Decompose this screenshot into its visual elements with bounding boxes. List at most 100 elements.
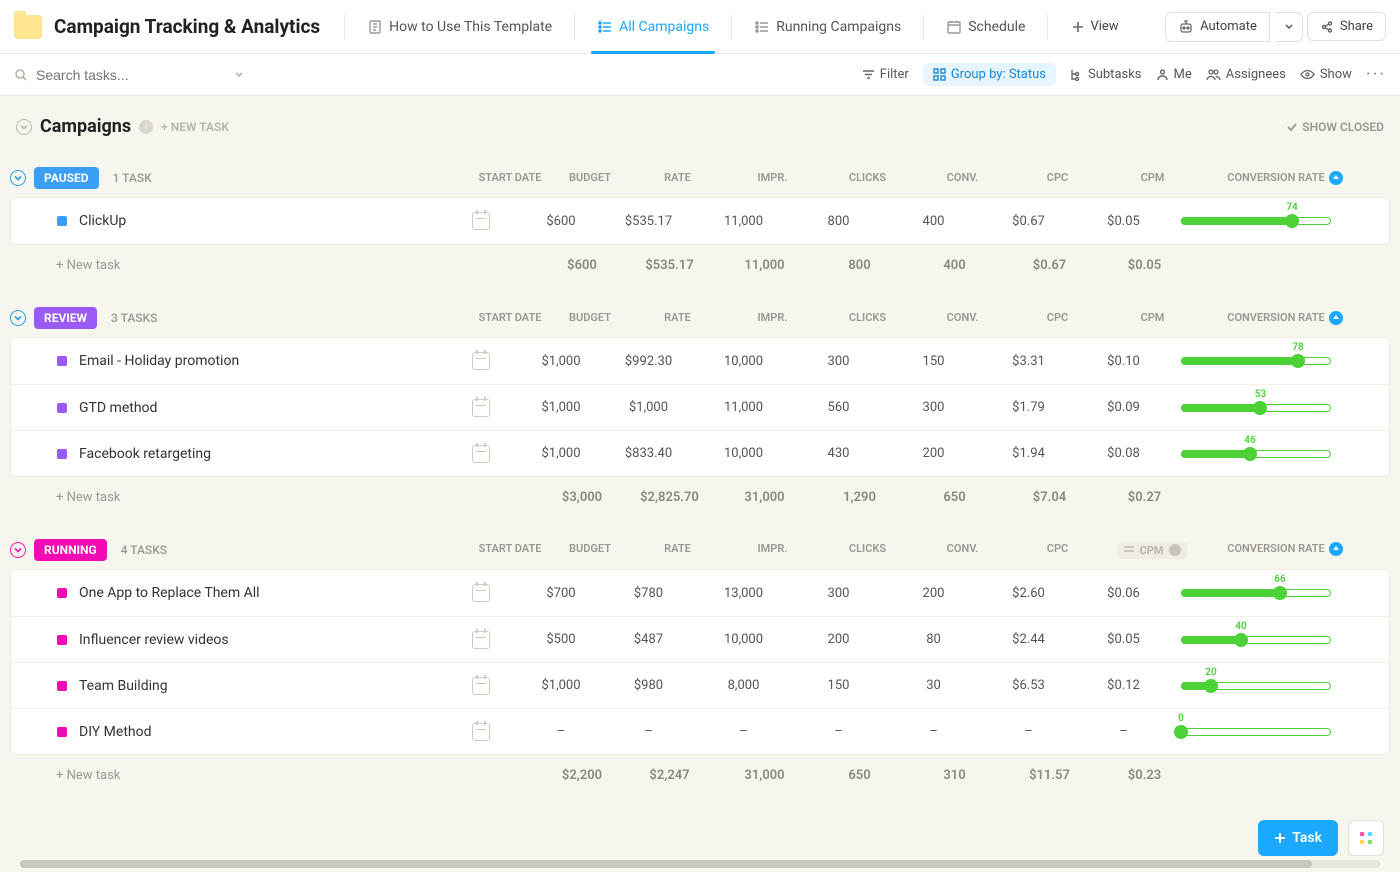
total-budget: $600 bbox=[542, 258, 622, 273]
start-date-cell[interactable] bbox=[441, 352, 521, 370]
automate-dropdown[interactable] bbox=[1276, 12, 1303, 42]
start-date-cell[interactable] bbox=[441, 631, 521, 649]
cpc-cell: $1.79 bbox=[981, 400, 1076, 415]
col-header-conv[interactable]: CONV. bbox=[915, 169, 1010, 187]
cpc-cell: – bbox=[981, 724, 1076, 739]
start-date-cell[interactable] bbox=[441, 445, 521, 463]
conversion-progress[interactable]: 78 bbox=[1181, 354, 1331, 368]
col-header-rate[interactable]: RATE bbox=[630, 309, 725, 327]
start-date-cell[interactable] bbox=[441, 723, 521, 741]
show-closed-toggle[interactable]: SHOW CLOSED bbox=[1286, 120, 1384, 134]
group-review: REVIEW 3 TASKS START DATEBUDGETRATEIMPR.… bbox=[10, 303, 1390, 517]
start-date-cell[interactable] bbox=[441, 677, 521, 695]
col-header-budget[interactable]: BUDGET bbox=[550, 309, 630, 327]
task-row[interactable]: Facebook retargeting $1,000 $833.40 10,0… bbox=[11, 430, 1389, 476]
conv-cell: 150 bbox=[886, 354, 981, 369]
separator bbox=[344, 14, 345, 40]
col-header-clicks[interactable]: CLICKS bbox=[820, 309, 915, 327]
assignees-button[interactable]: Assignees bbox=[1206, 67, 1286, 82]
conversion-progress[interactable]: 46 bbox=[1181, 447, 1331, 461]
conversion-progress[interactable]: 53 bbox=[1181, 401, 1331, 415]
col-header-cpc[interactable]: CPC bbox=[1010, 169, 1105, 187]
col-header-conv[interactable]: CONV. bbox=[915, 540, 1010, 561]
clicks-cell: – bbox=[791, 724, 886, 739]
col-header-cpm[interactable]: CPM bbox=[1105, 169, 1200, 187]
new-task-inline[interactable]: + New task bbox=[10, 258, 462, 273]
subtasks-button[interactable]: Subtasks bbox=[1070, 67, 1142, 82]
col-header-rate[interactable]: RATE bbox=[630, 169, 725, 187]
search-input[interactable] bbox=[36, 67, 226, 83]
col-header-cpc[interactable]: CPC bbox=[1010, 540, 1105, 561]
tab-how-to-use[interactable]: How to Use This Template bbox=[357, 1, 562, 53]
col-header-cpm[interactable]: CPM bbox=[1105, 309, 1200, 327]
col-header-conversionrate[interactable]: CONVERSION RATE bbox=[1200, 309, 1370, 327]
top-nav: Campaign Tracking & Analytics How to Use… bbox=[0, 0, 1400, 54]
sort-indicator[interactable] bbox=[1329, 311, 1343, 325]
automate-button[interactable]: Automate bbox=[1165, 12, 1270, 42]
tab-running-campaigns[interactable]: Running Campaigns bbox=[744, 1, 911, 53]
col-header-impr[interactable]: IMPR. bbox=[725, 169, 820, 187]
new-task-button[interactable]: Task bbox=[1258, 820, 1338, 856]
me-button[interactable]: Me bbox=[1156, 67, 1192, 82]
search-box[interactable] bbox=[14, 67, 244, 83]
start-date-cell[interactable] bbox=[441, 399, 521, 417]
task-row[interactable]: DIY Method – – – – – – – 0 bbox=[11, 708, 1389, 754]
task-row[interactable]: Team Building $1,000 $980 8,000 150 30 $… bbox=[11, 662, 1389, 708]
col-header-cpm[interactable]: CPM bbox=[1105, 540, 1200, 561]
chevron-down-icon[interactable] bbox=[234, 70, 244, 80]
col-header-conversionrate[interactable]: CONVERSION RATE bbox=[1200, 169, 1370, 187]
sort-indicator[interactable] bbox=[1329, 542, 1343, 556]
conversion-progress[interactable]: 20 bbox=[1181, 679, 1331, 693]
col-header-conv[interactable]: CONV. bbox=[915, 309, 1010, 327]
status-dot bbox=[57, 449, 67, 459]
drag-handle-icon[interactable] bbox=[1124, 545, 1134, 555]
groupby-button[interactable]: Group by: Status bbox=[923, 63, 1056, 86]
sort-indicator[interactable] bbox=[1329, 171, 1343, 185]
task-row[interactable]: ClickUp $600 $535.17 11,000 800 400 $0.6… bbox=[11, 198, 1389, 244]
col-header-clicks[interactable]: CLICKS bbox=[820, 540, 915, 561]
show-button[interactable]: Show bbox=[1300, 67, 1352, 82]
col-header-rate[interactable]: RATE bbox=[630, 540, 725, 561]
status-pill[interactable]: PAUSED bbox=[34, 167, 99, 189]
col-header-startdate[interactable]: START DATE bbox=[470, 309, 550, 327]
conversion-progress[interactable]: 66 bbox=[1181, 586, 1331, 600]
group-collapse-toggle[interactable] bbox=[10, 310, 26, 326]
tab-all-campaigns[interactable]: All Campaigns bbox=[587, 1, 719, 53]
task-row[interactable]: One App to Replace Them All $700 $780 13… bbox=[11, 570, 1389, 616]
task-row[interactable]: Influencer review videos $500 $487 10,00… bbox=[11, 616, 1389, 662]
col-header-budget[interactable]: BUDGET bbox=[550, 169, 630, 187]
new-task-inline[interactable]: + New task bbox=[10, 490, 462, 505]
more-menu[interactable]: ··· bbox=[1366, 64, 1386, 85]
group-collapse-toggle[interactable] bbox=[10, 170, 26, 186]
conversion-progress[interactable]: 0 bbox=[1181, 725, 1331, 739]
share-button[interactable]: Share bbox=[1307, 12, 1386, 41]
plus-icon bbox=[1072, 21, 1084, 33]
task-row[interactable]: GTD method $1,000 $1,000 11,000 560 300 … bbox=[11, 384, 1389, 430]
col-header-cpc[interactable]: CPC bbox=[1010, 309, 1105, 327]
info-icon[interactable]: i bbox=[139, 120, 153, 134]
horizontal-scrollbar[interactable] bbox=[20, 860, 1380, 868]
status-pill[interactable]: REVIEW bbox=[34, 307, 97, 329]
group-collapse-toggle[interactable] bbox=[10, 542, 26, 558]
add-view-button[interactable]: View bbox=[1060, 13, 1130, 40]
task-row[interactable]: Email - Holiday promotion $1,000 $992.30… bbox=[11, 338, 1389, 384]
collapse-toggle[interactable] bbox=[16, 119, 32, 135]
start-date-cell[interactable] bbox=[441, 212, 521, 230]
apps-button[interactable] bbox=[1348, 820, 1384, 856]
separator bbox=[731, 14, 732, 40]
new-task-inline[interactable]: + New task bbox=[10, 768, 462, 783]
status-pill[interactable]: RUNNING bbox=[34, 539, 107, 561]
col-header-startdate[interactable]: START DATE bbox=[470, 540, 550, 561]
col-header-conversionrate[interactable]: CONVERSION RATE bbox=[1200, 540, 1370, 561]
col-header-impr[interactable]: IMPR. bbox=[725, 540, 820, 561]
conversion-progress[interactable]: 40 bbox=[1181, 633, 1331, 647]
col-header-clicks[interactable]: CLICKS bbox=[820, 169, 915, 187]
tab-schedule[interactable]: Schedule bbox=[936, 1, 1035, 53]
col-header-impr[interactable]: IMPR. bbox=[725, 309, 820, 327]
start-date-cell[interactable] bbox=[441, 584, 521, 602]
conversion-progress[interactable]: 74 bbox=[1181, 214, 1331, 228]
col-header-budget[interactable]: BUDGET bbox=[550, 540, 630, 561]
new-task-link[interactable]: + NEW TASK bbox=[161, 120, 229, 134]
filter-button[interactable]: Filter bbox=[862, 67, 909, 82]
col-header-startdate[interactable]: START DATE bbox=[470, 169, 550, 187]
